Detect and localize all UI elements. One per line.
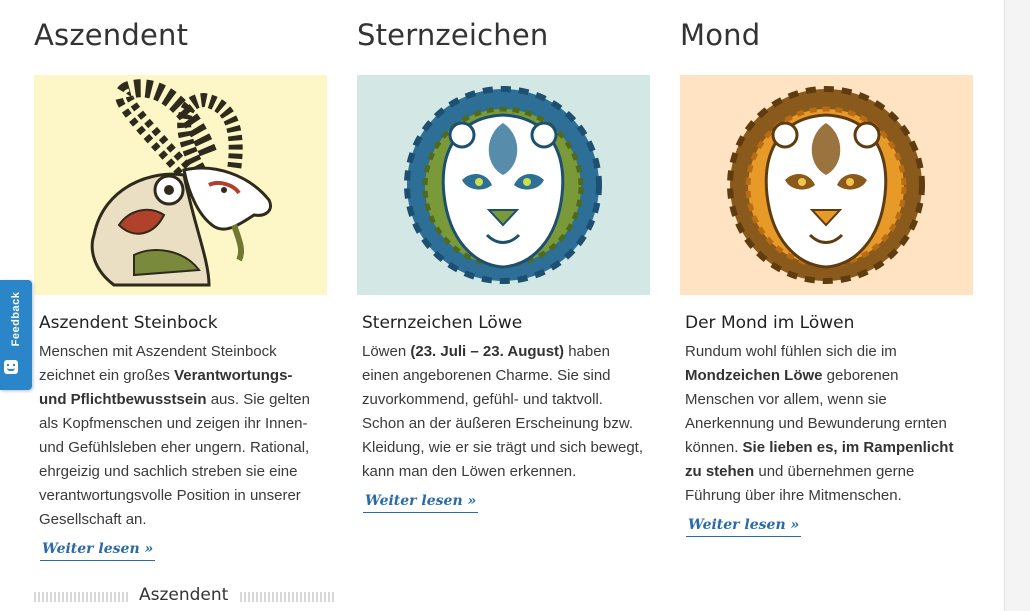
feedback-tab[interactable]: Feedback (0, 280, 32, 390)
card-title[interactable]: Aszendent Steinbock (39, 313, 218, 333)
lion-green-blue-illustration[interactable] (357, 75, 650, 295)
capricorn-ibex-illustration[interactable] (34, 75, 327, 295)
read-more-link[interactable]: Weiter lesen » (686, 517, 802, 537)
column-heading: Aszendent (34, 18, 189, 52)
feedback-label: Feedback (10, 291, 22, 347)
column-heading: Sternzeichen (357, 18, 549, 52)
card-title[interactable]: Sternzeichen Löwe (362, 313, 522, 333)
column-heading: Mond (680, 18, 761, 52)
card-text: Rundum wohl fühlen sich die im Mondzeich… (685, 343, 954, 504)
card-title[interactable]: Der Mond im Löwen (685, 313, 854, 333)
section-label: Aszendent (139, 585, 229, 605)
read-more-link[interactable]: Weiter lesen » (363, 493, 479, 513)
divider-hatch (240, 592, 334, 602)
smiley-icon (4, 360, 18, 374)
section-divider-aszendent: Aszendent (34, 585, 334, 609)
main-content: Aszendent Aszendent Steinbock Menschen m… (0, 0, 1005, 611)
read-more-link[interactable]: Weiter lesen » (40, 541, 156, 561)
card-text: Löwen (23. Juli – 23. August) haben eine… (362, 343, 643, 480)
card-text: Menschen mit Aszendent Steinbock zeichne… (39, 343, 310, 528)
divider-hatch (34, 592, 130, 602)
page-gutter (1005, 0, 1030, 611)
lion-orange-brown-illustration[interactable] (680, 75, 973, 295)
